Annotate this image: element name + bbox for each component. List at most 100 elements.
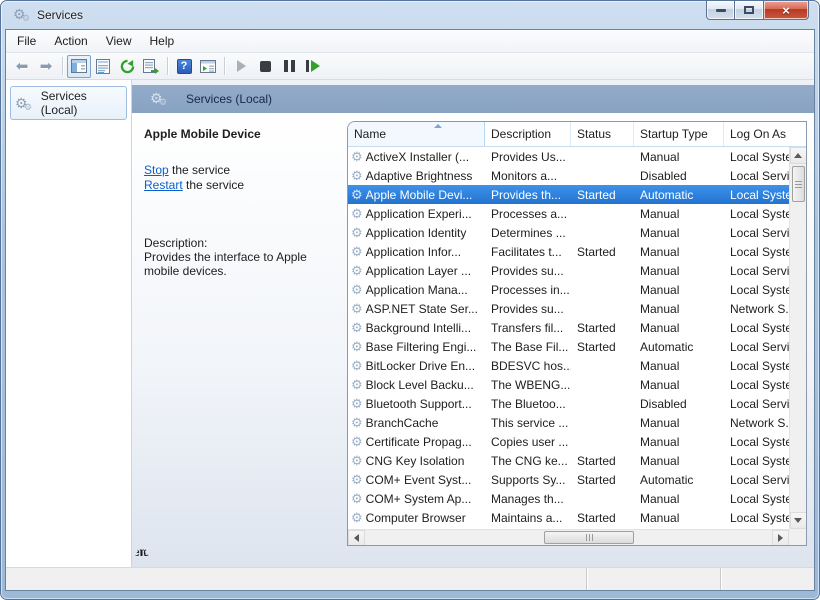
status-bar <box>6 567 814 590</box>
stop-service-button[interactable] <box>253 55 277 78</box>
back-button[interactable]: ⬅ <box>10 55 34 78</box>
scroll-up-button[interactable] <box>789 147 806 164</box>
service-description-cell: Manages th... <box>491 491 564 506</box>
service-row[interactable]: ⚙ Application Experi... Processes a... Ma… <box>348 204 789 223</box>
column-header-log-on-as[interactable]: Log On As <box>724 122 806 146</box>
forward-button[interactable]: ➡ <box>34 55 58 78</box>
service-row[interactable]: ⚙ Computer Browser Maintains a... Started… <box>348 508 789 527</box>
service-name: Bluetooth Support... <box>365 396 472 411</box>
tree-item-services-local[interactable]: ⚙ ⚙ Services (Local) <box>10 86 127 120</box>
service-row[interactable]: ⚙ Base Filtering Engi... The Base Fil... … <box>348 337 789 356</box>
service-log-on-as-cell: Local Syste... <box>730 453 789 468</box>
service-gear-icon: ⚙ <box>351 244 363 259</box>
vertical-scroll-thumb[interactable] <box>791 166 805 202</box>
help-button[interactable]: ? <box>172 55 196 78</box>
column-header-name[interactable]: Name <box>348 122 485 146</box>
service-name: Application Mana... <box>365 282 468 297</box>
toolbar-separator <box>224 57 225 75</box>
title-bar[interactable]: ⚙ ⚙ Services × <box>1 1 819 29</box>
maximize-icon <box>744 6 754 14</box>
service-gear-icon: ⚙ <box>351 187 363 202</box>
service-startup-type-cell: Disabled <box>640 396 687 411</box>
service-row[interactable]: ⚙ BitLocker Drive En... BDESVC hos... Man… <box>348 356 789 375</box>
pause-service-button[interactable] <box>277 55 301 78</box>
service-row[interactable]: ⚙ Application Layer ... Provides su... Ma… <box>348 261 789 280</box>
service-row[interactable]: ⚙ Certificate Propag... Copies user ... M… <box>348 432 789 451</box>
service-row[interactable]: ⚙ Application Infor... Facilitates t... S… <box>348 242 789 261</box>
service-row[interactable]: ⚙ COM+ System Ap... Manages th... Manual … <box>348 489 789 508</box>
service-startup-type-cell: Automatic <box>640 187 694 202</box>
service-row[interactable]: ⚙ Apple Mobile Devi... Provides th... Sta… <box>348 185 789 204</box>
service-row[interactable]: ⚙ Bluetooth Support... The Bluetoo... Dis… <box>348 394 789 413</box>
vertical-scrollbar[interactable] <box>789 147 806 529</box>
sort-ascending-icon <box>434 124 442 128</box>
view-tabs: Extended Standard <box>115 545 168 559</box>
show-console-tree-button[interactable] <box>67 54 91 78</box>
tree-item-label: Services (Local) <box>40 89 87 117</box>
service-row[interactable]: ⚙ BranchCache This service ... Manual Net… <box>348 413 789 432</box>
service-startup-type-cell: Manual <box>640 244 680 259</box>
refresh-button[interactable] <box>115 55 139 78</box>
service-row[interactable]: ⚙ Application Mana... Processes in... Man… <box>348 280 789 299</box>
properties-icon <box>96 58 110 74</box>
service-row[interactable]: ⚙ Application Identity Determines ... Man… <box>348 223 789 242</box>
selected-service-title: Apple Mobile Device <box>144 127 261 141</box>
service-name: Application Identity <box>365 225 467 240</box>
service-row[interactable]: ⚙ Adaptive Brightness Monitors a... Disab… <box>348 166 789 185</box>
service-status-cell: Started <box>577 453 616 468</box>
service-startup-type-cell: Manual <box>640 320 680 335</box>
service-description-cell: Determines ... <box>491 225 566 240</box>
column-header-description[interactable]: Description <box>485 122 571 146</box>
service-row[interactable]: ⚙ ActiveX Installer (... Provides Us... M… <box>348 147 789 166</box>
service-row[interactable]: ⚙ CNG Key Isolation The CNG ke... Started… <box>348 451 789 470</box>
service-startup-type-cell: Automatic <box>640 339 694 354</box>
service-name: Block Level Backu... <box>365 377 474 392</box>
service-startup-type-cell: Manual <box>640 491 680 506</box>
service-startup-type-cell: Manual <box>640 263 680 278</box>
service-description-cell: The Bluetoo... <box>491 396 566 411</box>
service-startup-type-cell: Disabled <box>640 168 687 183</box>
start-service-button[interactable] <box>229 55 253 78</box>
service-description-cell: Monitors a... <box>491 168 558 183</box>
column-header-startup-type[interactable]: Startup Type <box>634 122 724 146</box>
properties-button[interactable] <box>91 55 115 78</box>
extended-view-button[interactable] <box>196 55 220 78</box>
service-description-cell: Provides su... <box>491 301 564 316</box>
service-row[interactable]: ⚙ Background Intelli... Transfers fil... … <box>348 318 789 337</box>
maximize-button[interactable] <box>735 1 764 20</box>
menu-file[interactable]: File <box>8 31 45 51</box>
service-row[interactable]: ⚙ ASP.NET State Ser... Provides su... Man… <box>348 299 789 318</box>
export-list-button[interactable] <box>139 55 163 78</box>
service-status-cell <box>571 204 634 223</box>
service-description-cell: Copies user ... <box>491 434 569 449</box>
stop-service-link[interactable]: Stop <box>144 163 169 177</box>
service-description-cell: Facilitates t... <box>491 244 562 259</box>
service-status-cell <box>571 223 634 242</box>
service-rows: ⚙ ActiveX Installer (... Provides Us... M… <box>348 147 789 527</box>
service-startup-type-cell: Manual <box>640 358 680 373</box>
service-status-cell <box>571 261 634 280</box>
restart-service-button[interactable] <box>301 55 325 78</box>
column-header-status[interactable]: Status <box>571 122 634 146</box>
service-description-cell: Provides Us... <box>491 149 566 164</box>
menu-view[interactable]: View <box>97 31 141 51</box>
service-row[interactable]: ⚙ Block Level Backu... The WBENG... Manua… <box>348 375 789 394</box>
toolbar-separator <box>167 57 168 75</box>
restart-service-link[interactable]: Restart <box>144 178 183 192</box>
close-button[interactable]: × <box>764 1 809 20</box>
service-row[interactable]: ⚙ COM+ Event Syst... Supports Sy... Start… <box>348 470 789 489</box>
service-gear-icon: ⚙ <box>351 415 363 430</box>
service-gear-icon: ⚙ <box>351 472 363 487</box>
chevron-up-icon <box>794 153 802 158</box>
minimize-button[interactable] <box>706 1 735 20</box>
description-label: Description: <box>144 236 208 250</box>
scroll-down-button[interactable] <box>789 512 806 529</box>
service-status-cell <box>571 489 634 508</box>
service-gear-icon: ⚙ <box>351 225 363 240</box>
service-name: CNG Key Isolation <box>365 453 465 468</box>
service-gear-icon: ⚙ <box>351 168 363 183</box>
menu-help[interactable]: Help <box>141 31 184 51</box>
service-log-on-as-cell: Network S... <box>730 415 789 430</box>
service-status-cell <box>571 432 634 451</box>
menu-action[interactable]: Action <box>45 31 96 51</box>
